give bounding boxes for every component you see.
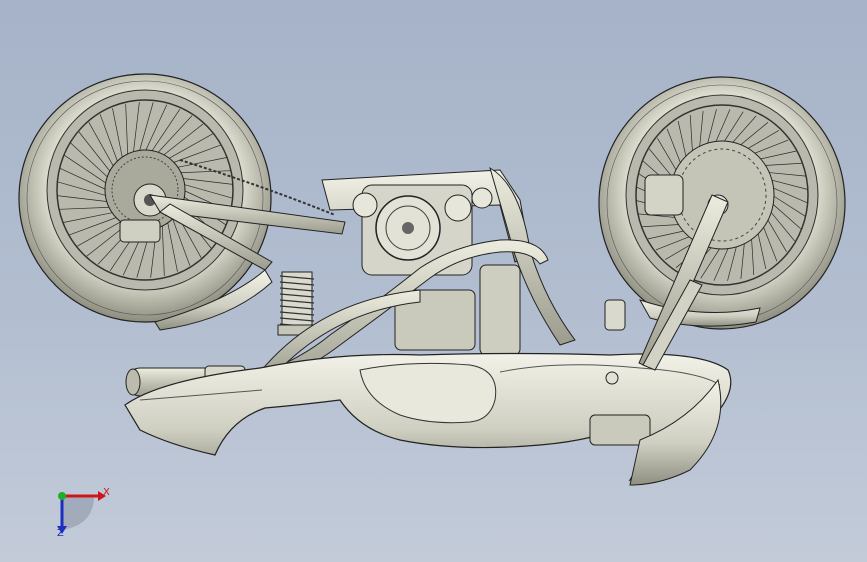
orientation-triad[interactable] [40, 470, 120, 550]
x-axis-label: X [103, 487, 110, 498]
rear-shock-absorber[interactable] [277, 271, 317, 336]
triad-shadow [62, 496, 94, 530]
rear-wheel[interactable] [18, 73, 272, 323]
y-axis-dot [58, 492, 66, 500]
cad-graphics-viewport[interactable]: X Z [0, 0, 867, 562]
z-axis-label: Z [57, 528, 64, 539]
motorcycle-model[interactable] [0, 0, 867, 562]
